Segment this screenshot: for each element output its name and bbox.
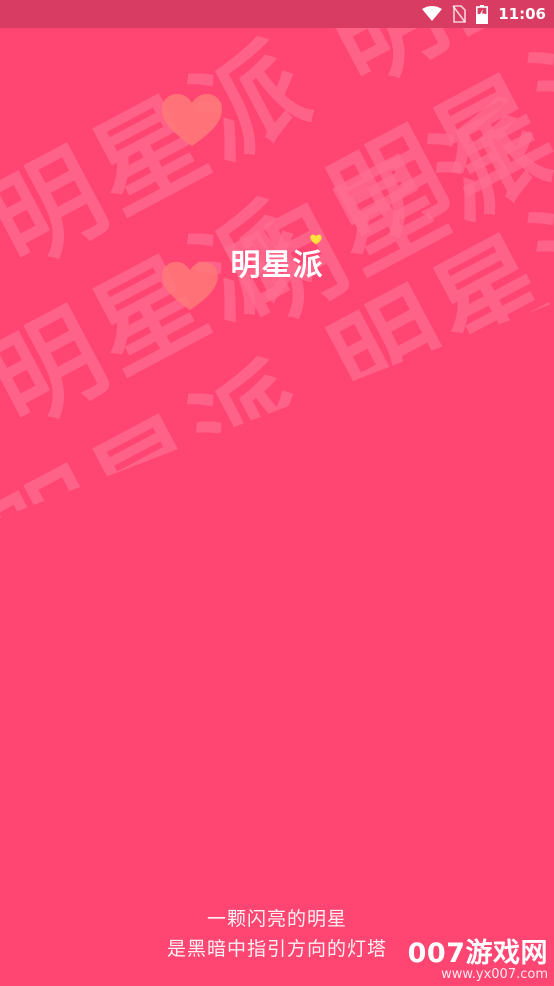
- watermark-url: www.yx007.com: [441, 967, 548, 983]
- battery-charging-icon: [476, 4, 489, 24]
- status-bar: 11:06: [0, 0, 554, 28]
- logo-text: 明星派: [231, 234, 324, 284]
- logo-heart-icon: [309, 234, 322, 245]
- site-watermark: 007游戏网 www.yx007.com: [407, 938, 548, 983]
- watermark-name: 007游戏网: [407, 938, 548, 970]
- app-logo: 明星派: [0, 234, 554, 284]
- no-sim-icon: [452, 5, 467, 23]
- slogan-line-1: 一颗闪亮的明星: [206, 908, 347, 930]
- heart-icon: [162, 94, 222, 146]
- clock: 11:06: [498, 5, 546, 23]
- splash-screen: 11:06 明星派 明星派 明星派 明星派 明星派 明星派 明星派 明星派 明星…: [0, 0, 554, 986]
- wifi-icon: [422, 6, 443, 22]
- status-icons: 11:06: [422, 0, 546, 28]
